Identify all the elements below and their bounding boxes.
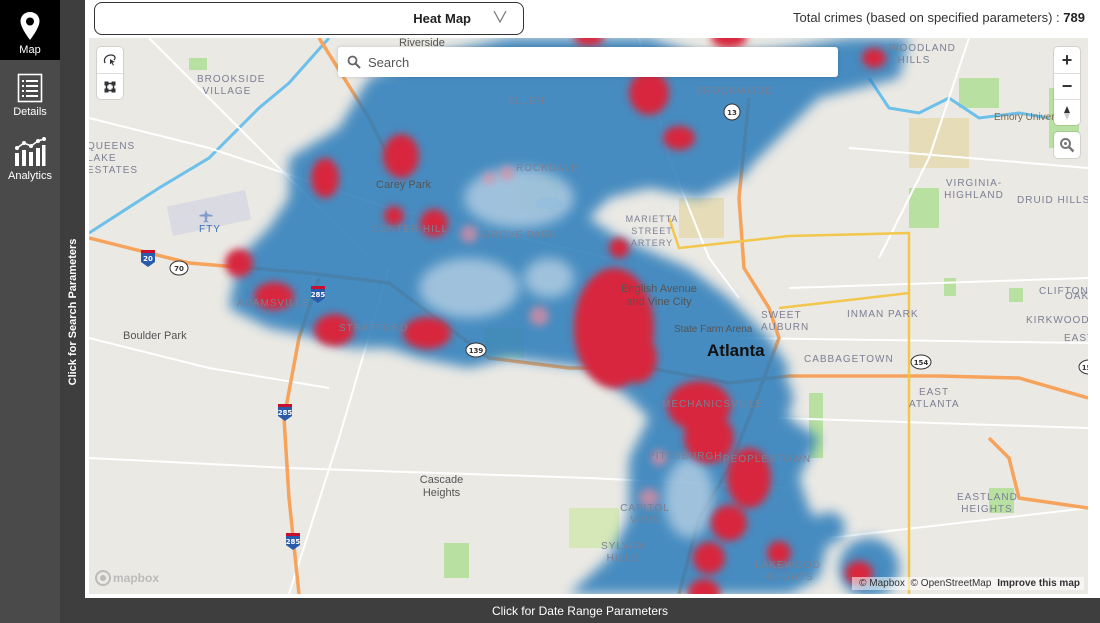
left-nav: Map Details Analytics — [0, 0, 60, 623]
app: Map Details Analytics Click for Search P… — [0, 0, 1100, 623]
map-label: BROOKWOOD — [696, 86, 774, 97]
magnifier-icon — [1060, 138, 1075, 153]
map-search-input[interactable] — [368, 47, 828, 77]
total-crimes-label: Total crimes (based on specified paramet… — [793, 10, 1060, 25]
bar-chart-icon — [15, 137, 46, 166]
map-label: VIRGINIA-HIGHLAND — [944, 178, 1004, 201]
map-label: ADAMSVILLE — [237, 298, 310, 309]
mapbox-attribution-link[interactable]: © Mapbox — [859, 578, 905, 589]
zoom-controls: + − — [1054, 47, 1080, 125]
nav-item-analytics[interactable]: Analytics — [0, 126, 60, 186]
nav-label: Details — [13, 106, 47, 118]
map-label: PITTSBURGH — [648, 451, 723, 462]
mapbox-logo[interactable]: mapbox — [95, 570, 159, 586]
map-label: FTY — [199, 224, 221, 235]
map-label: INMAN PARK — [847, 309, 919, 320]
map-attribution: © Mapbox © OpenStreetMap Improve this ma… — [852, 577, 1084, 590]
visualization-type-value: Heat Map — [413, 11, 471, 26]
nav-label: Analytics — [7, 170, 53, 182]
map-label: BROOKSIDE VILLAGE — [197, 74, 266, 97]
date-range-parameters-toggle[interactable]: Click for Date Range Parameters — [60, 598, 1100, 623]
rectangle-select-icon — [104, 81, 116, 92]
map-label: GROVE PARK — [482, 230, 558, 241]
search-icon — [347, 55, 361, 69]
map-base: 20 70 285 285 285 139 13 154 154 — [89, 38, 1088, 594]
zoom-out-button[interactable]: − — [1054, 73, 1080, 99]
right-edge — [1088, 38, 1100, 598]
draw-tools — [97, 47, 123, 99]
shield-label: 154 — [914, 359, 929, 367]
map-search — [338, 47, 838, 77]
shield-label: 70 — [174, 265, 184, 273]
map-label: MARIETTA STREET ARTERY — [625, 214, 679, 248]
map-label: CABBAGETOWN — [804, 354, 894, 365]
map-label: OAK — [1065, 291, 1088, 302]
map-label: SYLVAN HILLS — [601, 541, 645, 564]
map-label: CAPITOL VIEW — [620, 503, 670, 526]
map-label: SWEET AUBURN — [761, 310, 810, 333]
map-label: WOODLAND HILLS — [889, 43, 956, 66]
map-label: EASTLAND HEIGHTS — [957, 492, 1018, 515]
rectangle-select-button[interactable] — [97, 73, 123, 99]
shield-label: 13 — [727, 109, 737, 117]
osm-attribution-link[interactable]: © OpenStreetMap — [911, 578, 992, 589]
map-label: CENTER HILL — [372, 224, 449, 235]
visualization-type-select[interactable]: Heat Map — [94, 2, 524, 35]
map-label: Carey Park — [376, 179, 432, 191]
map-label-city: Atlanta — [707, 341, 765, 360]
search-parameters-label: Click for Search Parameters — [66, 238, 79, 386]
chevron-down-icon — [493, 9, 507, 28]
lasso-select-button[interactable] — [97, 47, 123, 73]
mapbox-logo-text: mapbox — [113, 571, 160, 585]
shield-label: 285 — [311, 291, 326, 299]
map-label: Boulder Park — [123, 330, 187, 342]
nav-item-details[interactable]: Details — [0, 62, 60, 122]
compass-button[interactable] — [1054, 99, 1080, 125]
map-label: KIRKWOOD — [1026, 315, 1088, 326]
nav-label: Map — [19, 44, 41, 56]
map-label: EAST ATLANTA — [909, 387, 960, 410]
compass-icon — [1064, 105, 1070, 120]
map-label: DRUID HILLS — [1017, 195, 1088, 206]
zoom-to-selection-button[interactable] — [1054, 132, 1080, 158]
map-label: State Farm Arena — [674, 324, 753, 335]
date-range-label: Click for Date Range Parameters — [491, 603, 669, 618]
nav-item-map[interactable]: Map — [0, 0, 60, 60]
map-label: LAKEWOOD HEIGHTS — [755, 560, 821, 583]
heat-map[interactable]: 20 70 285 285 285 139 13 154 154 Riversi… — [89, 38, 1088, 594]
total-crimes-value: 789 — [1063, 10, 1085, 25]
shield-label: 20 — [143, 255, 153, 263]
shield-label: 285 — [278, 409, 293, 417]
map-label: ROCKDALE — [516, 163, 580, 174]
map-label: PEOPLESTOWN — [723, 454, 812, 465]
improve-map-link[interactable]: Improve this map — [997, 578, 1080, 589]
shield-label: 139 — [469, 347, 484, 355]
map-label: ELLEN — [508, 96, 545, 107]
list-icon — [17, 73, 43, 103]
map-label: STRATFORD — [339, 323, 409, 334]
map-label: EAST — [1064, 333, 1088, 344]
map-label: MECHANICSVILLE — [662, 399, 764, 410]
search-parameters-toggle[interactable]: Click for Search Parameters — [60, 0, 85, 598]
map-label: Cascade Heights — [419, 474, 464, 499]
map-pin-icon — [20, 12, 40, 40]
lasso-icon — [103, 54, 116, 66]
total-crimes: Total crimes (based on specified paramet… — [793, 10, 1085, 25]
map-label: QUEENS LAKE ESTATES — [89, 141, 139, 176]
mapbox-logo-icon — [95, 570, 111, 586]
map-label: English Avenue and Vine City — [621, 283, 697, 308]
zoom-in-button[interactable]: + — [1054, 47, 1080, 73]
top-bar: Heat Map Total crimes (based on specifie… — [85, 0, 1100, 38]
shield-label: 285 — [286, 538, 301, 546]
